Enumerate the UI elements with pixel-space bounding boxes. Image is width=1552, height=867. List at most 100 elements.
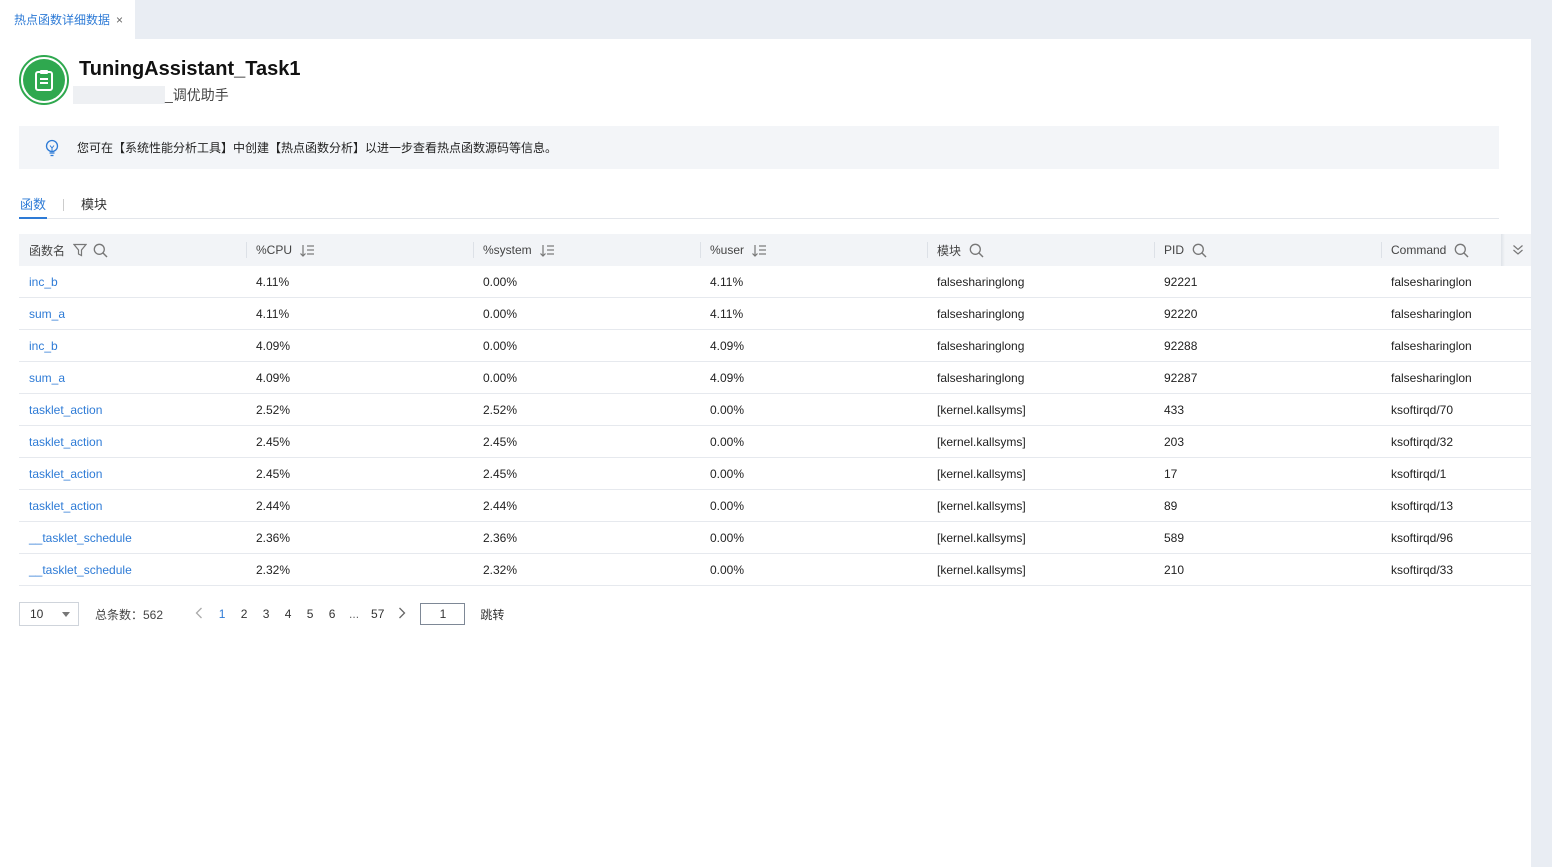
- table-cell: falsesharinglon: [1391, 306, 1472, 321]
- function-name-link[interactable]: __tasklet_schedule: [19, 563, 246, 577]
- table-cell: 203: [1164, 434, 1185, 449]
- chevron-down-icon: [62, 611, 70, 617]
- pagination: 10 总条数：562 1 2 3 4 5 6 ... 57 跳转: [19, 601, 504, 627]
- chevron-right-icon[interactable]: [398, 606, 406, 622]
- page-1[interactable]: 1: [217, 607, 227, 621]
- page-size-select[interactable]: 10: [19, 602, 79, 626]
- table-cell: 4.11%: [256, 274, 290, 289]
- table-row: inc_b 4.09% 0.00% 4.09% falsesharinglong 9228…: [19, 330, 1531, 362]
- function-name-link[interactable]: sum_a: [19, 307, 246, 321]
- table-cell: 2.36%: [256, 530, 291, 545]
- function-name-link[interactable]: tasklet_action: [19, 435, 246, 449]
- table-cell: 2.45%: [256, 466, 291, 481]
- table-cell: 4.09%: [710, 370, 745, 385]
- function-name-link[interactable]: sum_a: [19, 371, 246, 385]
- column-system[interactable]: %system: [473, 234, 700, 266]
- page-4[interactable]: 4: [283, 607, 293, 621]
- tab-hot-function-detail[interactable]: 热点函数详细数据 ×: [0, 0, 135, 39]
- function-name-link[interactable]: tasklet_action: [19, 467, 246, 481]
- table-cell: 2.32%: [483, 562, 518, 577]
- table-cell: falsesharinglong: [937, 338, 1025, 353]
- function-name-link[interactable]: tasklet_action: [19, 499, 246, 513]
- table-cell: ksoftirqd/13: [1391, 498, 1454, 513]
- table-cell: [kernel.kallsyms]: [937, 466, 1026, 481]
- tab-modules[interactable]: 模块: [80, 189, 108, 219]
- function-name-link[interactable]: inc_b: [19, 339, 246, 353]
- filter-icon[interactable]: [73, 243, 88, 257]
- table-row: sum_a 4.11% 0.00% 4.11% falsesharinglong 9222…: [19, 298, 1531, 330]
- view-tabs: 函数 模块: [19, 189, 1499, 219]
- table-row: __tasklet_schedule 2.36% 2.36% 0.00% [kernel…: [19, 522, 1531, 554]
- table-cell: falsesharinglong: [937, 274, 1025, 289]
- table-cell: [kernel.kallsyms]: [937, 530, 1026, 545]
- page-last[interactable]: 57: [371, 607, 384, 621]
- table-cell: ksoftirqd/96: [1391, 530, 1454, 545]
- table-row: inc_b 4.11% 0.00% 4.11% falsesharinglong 9222…: [19, 266, 1531, 298]
- jump-button[interactable]: 跳转: [480, 606, 504, 623]
- search-icon[interactable]: [1192, 243, 1207, 258]
- table-body: inc_b 4.11% 0.00% 4.11% falsesharinglong 9222…: [19, 266, 1531, 586]
- table-cell: 17: [1164, 466, 1178, 481]
- total-count: 总条数：562: [95, 607, 164, 622]
- page-2[interactable]: 2: [239, 607, 249, 621]
- info-notice: 您可在【系统性能分析工具】中创建【热点函数分析】以进一步查看热点函数源码等信息。: [19, 126, 1499, 169]
- clipboard-icon: [35, 70, 53, 91]
- chevron-double-down-icon[interactable]: [1511, 242, 1525, 258]
- table-cell: falsesharinglon: [1391, 338, 1472, 353]
- function-name-link[interactable]: tasklet_action: [19, 403, 246, 417]
- search-icon[interactable]: [93, 243, 108, 258]
- close-icon[interactable]: ×: [116, 13, 123, 27]
- table-row: tasklet_action 2.45% 2.45% 0.00% [kernel.kal…: [19, 458, 1531, 490]
- column-user[interactable]: %user: [700, 234, 927, 266]
- chevron-left-icon[interactable]: [195, 606, 205, 622]
- table-cell: falsesharinglon: [1391, 274, 1472, 289]
- table-row: __tasklet_schedule 2.32% 2.32% 0.00% [kernel…: [19, 554, 1531, 586]
- table-cell: 2.45%: [256, 434, 291, 449]
- sort-icon[interactable]: [300, 244, 315, 257]
- table-cell: 2.45%: [483, 434, 518, 449]
- table-cell: 2.44%: [256, 498, 291, 513]
- table-cell: 92288: [1164, 338, 1198, 353]
- table-cell: [kernel.kallsyms]: [937, 562, 1026, 577]
- table-row: sum_a 4.09% 0.00% 4.09% falsesharinglong 9228…: [19, 362, 1531, 394]
- search-icon[interactable]: [969, 243, 984, 258]
- sort-icon[interactable]: [539, 244, 555, 257]
- function-name-link[interactable]: __tasklet_schedule: [19, 531, 246, 545]
- table-cell: 89: [1164, 498, 1178, 513]
- table-cell: 0.00%: [710, 402, 745, 417]
- table-cell: 0.00%: [710, 530, 745, 545]
- jump-page-input[interactable]: [420, 603, 466, 625]
- table-cell: ksoftirqd/33: [1391, 562, 1454, 577]
- main-panel: TuningAssistant_Task1 _调优助手 您可在【系统性能分析工具…: [0, 39, 1531, 867]
- table-cell: ksoftirqd/1: [1391, 466, 1447, 481]
- column-cpu[interactable]: %CPU: [246, 234, 473, 266]
- tab-label: 热点函数详细数据: [14, 13, 111, 27]
- table-cell: ksoftirqd/70: [1391, 402, 1454, 417]
- tab-bar: 热点函数详细数据 ×: [0, 0, 1552, 39]
- page-6[interactable]: 6: [327, 607, 337, 621]
- table-cell: ksoftirqd/32: [1391, 434, 1454, 449]
- function-name-link[interactable]: inc_b: [19, 275, 246, 289]
- notice-text: 您可在【系统性能分析工具】中创建【热点函数分析】以进一步查看热点函数源码等信息。: [77, 141, 558, 155]
- column-command: Command: [1381, 234, 1511, 266]
- table-cell: [kernel.kallsyms]: [937, 498, 1026, 513]
- page-5[interactable]: 5: [305, 607, 315, 621]
- table-row: tasklet_action 2.52% 2.52% 0.00% [kernel.kal…: [19, 394, 1531, 426]
- page-3[interactable]: 3: [261, 607, 271, 621]
- sort-icon[interactable]: [752, 244, 767, 257]
- page-subtitle: _调优助手: [165, 87, 229, 103]
- table-cell: 2.44%: [483, 498, 518, 513]
- table-cell: 589: [1164, 530, 1185, 545]
- table-cell: 92287: [1164, 370, 1198, 385]
- table-cell: 4.09%: [710, 338, 745, 353]
- search-icon[interactable]: [1454, 243, 1469, 258]
- table-cell: 2.52%: [483, 402, 518, 417]
- page-ellipsis[interactable]: ...: [349, 607, 359, 621]
- page-title: TuningAssistant_Task1: [79, 58, 301, 80]
- table-cell: 210: [1164, 562, 1185, 577]
- table-cell: 433: [1164, 402, 1185, 417]
- table-cell: [kernel.kallsyms]: [937, 402, 1026, 417]
- table-cell: 0.00%: [483, 338, 518, 353]
- tab-functions[interactable]: 函数: [19, 189, 48, 219]
- table-cell: 92221: [1164, 274, 1198, 289]
